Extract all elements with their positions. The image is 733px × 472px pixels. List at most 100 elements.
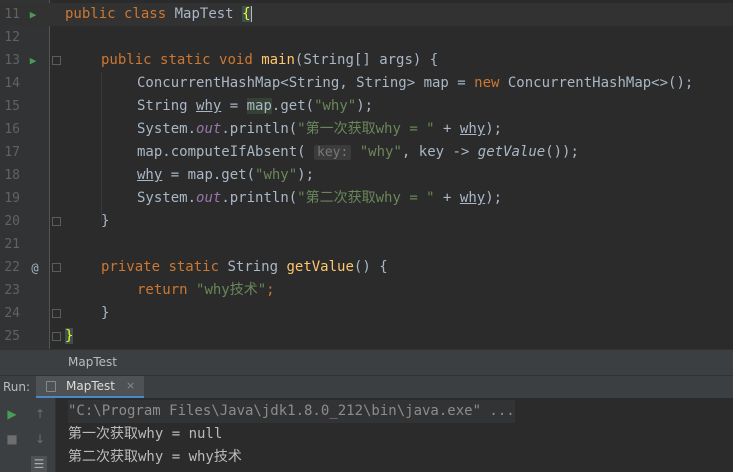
semicolon: ; [266,282,275,298]
variable: map [246,98,272,114]
run-tool-window-header: Run: MapTest × [0,375,733,399]
run-tab-label: MapTest [66,379,115,393]
method-name: getValue [286,259,354,275]
code-text: ); [356,98,374,114]
override-icon[interactable]: @ [29,262,41,274]
arrow-down-icon[interactable]: ↓ [32,431,48,447]
code-text: + [434,190,460,206]
indent-guide [101,72,102,222]
code-text: System. [137,190,197,206]
static-field: out [196,190,222,206]
code-line-11[interactable]: public class MapTest { [65,3,252,26]
line-number: 25 [4,329,20,344]
code-text: ); [485,121,503,137]
string-literal: "第二次获取why = " [297,190,435,206]
keyword: return [137,282,188,298]
code-line-16[interactable]: System.out.println("第一次获取why = " + why); [137,118,502,141]
keyword: public [101,52,152,68]
fold-marker[interactable] [52,332,61,341]
line-number: 21 [4,237,20,252]
code-editor[interactable]: 11 12 13 14 15 16 17 18 19 20 21 22 23 2… [0,0,733,349]
code-text: .get( [271,98,315,114]
code-text: .println( [221,190,298,206]
method-call: getValue [477,144,546,160]
code-text: ); [485,190,503,206]
fold-marker[interactable] [52,309,61,318]
string-literal: "第一次获取why = " [297,121,435,137]
static-field: out [196,121,222,137]
breadcrumb[interactable]: MapTest [0,349,733,375]
soft-wrap-icon[interactable]: ☰ [31,456,47,472]
breadcrumb-item[interactable]: MapTest [68,350,117,374]
code-line-14[interactable]: ConcurrentHashMap<String, String> map = … [137,72,693,95]
keyword: new [474,75,500,91]
variable: why [196,98,222,114]
code-line-25[interactable]: } [65,325,74,348]
fold-marker[interactable] [52,56,61,65]
code-line-19[interactable]: System.out.println("第二次获取why = " + why); [137,187,502,210]
line-number: 18 [4,168,20,183]
console-command-line[interactable]: "C:\Program Files\Java\jdk1.8.0_212\bin\… [68,400,515,423]
rerun-icon[interactable]: ▶ [4,406,20,422]
run-label: Run: [3,380,31,394]
code-text: ConcurrentHashMap<String, String> map = [137,75,475,91]
line-number: 12 [4,30,20,45]
keyword: private [101,259,161,275]
fold-marker[interactable] [52,263,61,272]
code-text: ()); [545,144,579,160]
code-text: , key -> [401,144,478,160]
code-text: = [221,98,247,114]
gutter-divider [49,0,50,349]
console-output[interactable]: ▶ ↑ ■ ↓ ☰ "C:\Program Files\Java\jdk1.8.… [0,398,733,472]
code-text: String [219,259,287,275]
stop-icon[interactable]: ■ [4,431,20,447]
code-line-20[interactable]: } [101,210,109,233]
code-text: = map.get( [162,167,256,183]
code-text: () { [353,259,388,275]
brace: } [65,328,74,344]
code-text: + [434,121,460,137]
line-number: 13 [4,53,20,68]
string-literal: "why技术" [196,282,267,298]
fold-marker[interactable] [52,217,61,226]
code-line-22[interactable]: private static String getValue() { [101,256,388,279]
run-config-icon [46,381,56,392]
code-line-23[interactable]: return "why技术"; [137,279,275,302]
line-number: 24 [4,306,20,321]
code-line-13[interactable]: public static void main(String[] args) { [101,49,438,72]
line-number: 15 [4,99,20,114]
run-tab-maptest[interactable]: MapTest × [36,376,144,398]
console-output-line: 第二次获取why = why技术 [68,449,242,465]
line-number: 17 [4,145,20,160]
arrow-up-icon[interactable]: ↑ [32,406,48,422]
line-number: 23 [4,283,20,298]
close-icon[interactable]: × [126,376,135,396]
string-literal: "why" [351,144,402,160]
keyword: public [65,6,116,22]
code-text: System. [137,121,197,137]
code-text: String [137,98,197,114]
code-line-18[interactable]: why = map.get("why"); [137,164,314,187]
class-name: MapTest [174,6,234,22]
params: (String[] args) { [294,52,439,68]
console-toolbar: ▶ ↑ ■ ↓ ☰ [0,398,56,472]
keyword: void [219,52,253,68]
code-line-15[interactable]: String why = map.get("why"); [137,95,373,118]
run-class-icon[interactable]: ▶ [27,9,39,21]
string-literal: "why" [255,167,298,183]
string-literal: "why" [314,98,357,114]
run-main-icon[interactable]: ▶ [27,55,39,67]
keyword: static [168,259,220,275]
code-line-24[interactable]: } [101,302,109,325]
code-line-17[interactable]: map.computeIfAbsent( key: "why", key -> … [137,141,579,164]
code-text: map.computeIfAbsent( [137,144,315,160]
parameter-hint: key: [314,145,352,160]
line-number: 19 [4,191,20,206]
keyword: class [124,6,167,22]
line-number: 20 [4,214,20,229]
keyword: static [160,52,211,68]
line-number: 14 [4,76,20,91]
line-number: 16 [4,122,20,137]
variable: why [459,190,486,206]
text-caret [250,6,252,22]
